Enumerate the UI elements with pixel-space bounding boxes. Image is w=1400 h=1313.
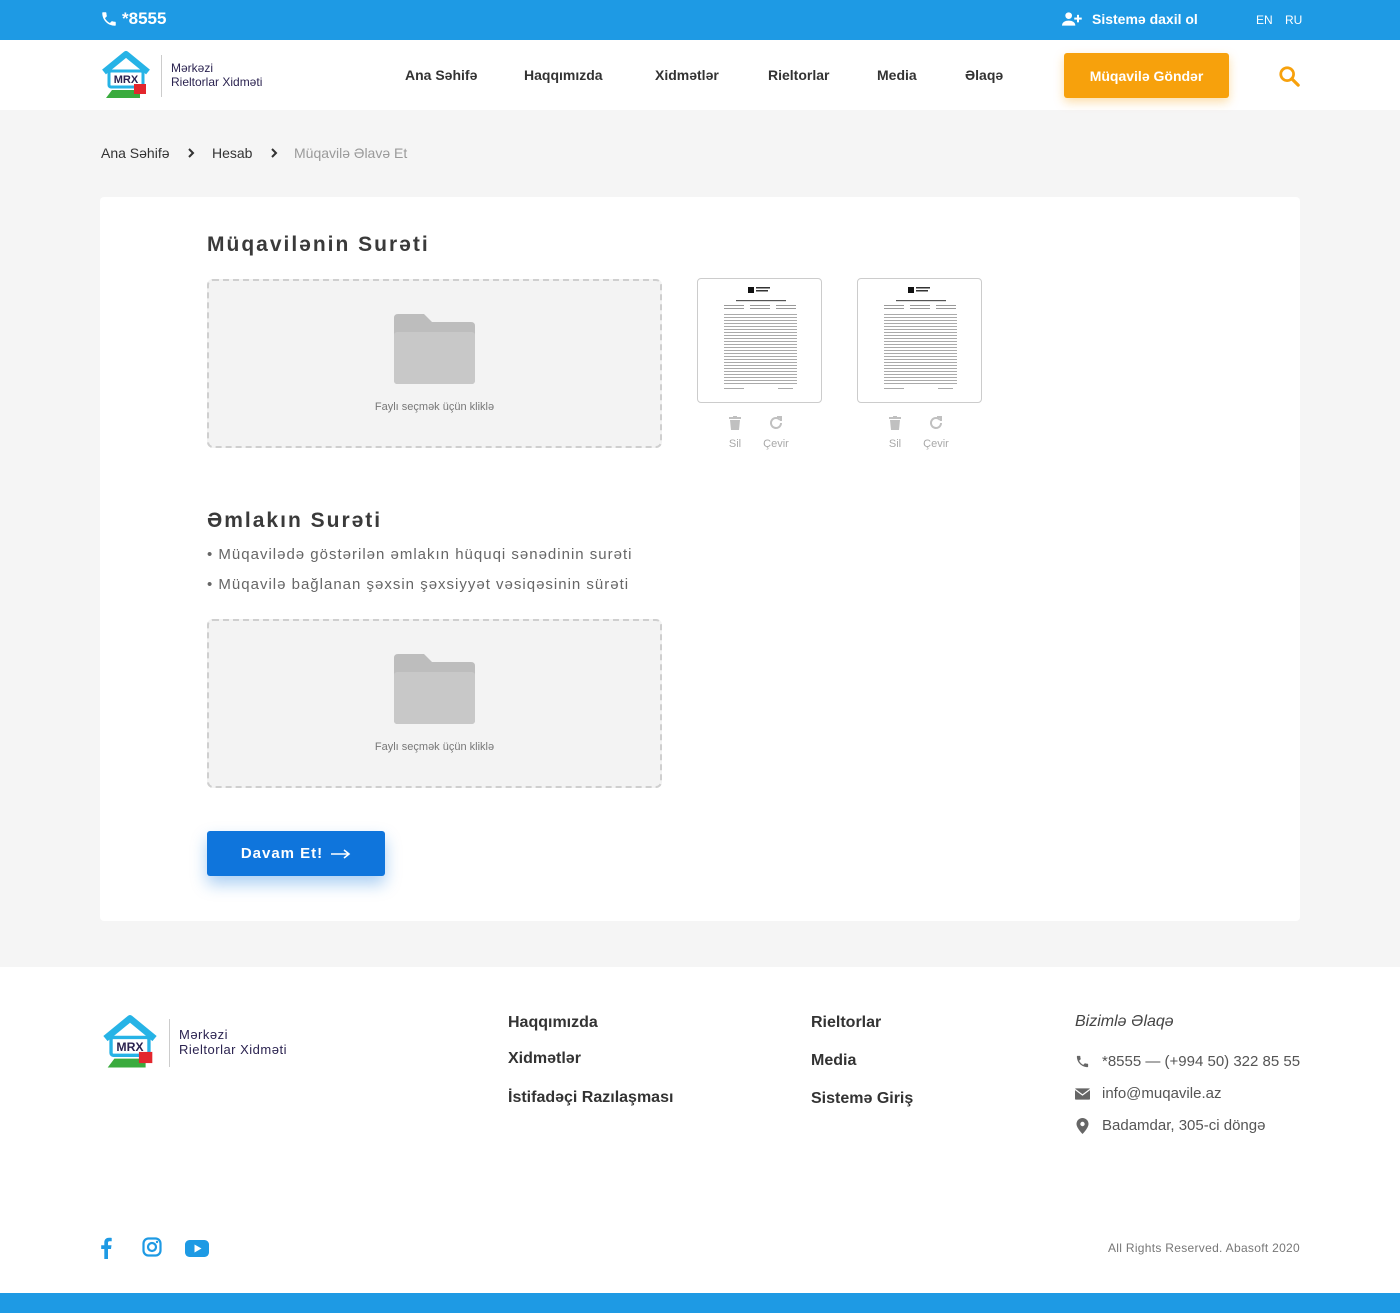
- topbar-phone-number: *8555: [122, 9, 167, 28]
- footer-brand-logo[interactable]: MRX Mərkəzi Rieltorlar Xidməti: [100, 1014, 287, 1072]
- breadcrumb-home[interactable]: Ana Səhifə: [101, 145, 170, 161]
- delete-label[interactable]: Sil: [875, 438, 915, 450]
- house-logo-icon: MRX: [102, 51, 150, 98]
- trash-icon[interactable]: [889, 416, 901, 430]
- property-copy-title: Əmlakın Surəti: [207, 509, 383, 532]
- nav-media[interactable]: Media: [877, 67, 917, 83]
- contact-address: Badamdar, 305-ci döngə: [1075, 1117, 1265, 1134]
- lang-ru[interactable]: RU: [1285, 13, 1302, 27]
- nav-home[interactable]: Ana Səhifə: [405, 67, 477, 83]
- trash-icon[interactable]: [729, 416, 741, 430]
- chevron-right-icon: [271, 148, 278, 158]
- topbar-phone[interactable]: *8555: [100, 9, 166, 29]
- document-preview-image: [878, 283, 963, 399]
- envelope-icon: [1075, 1087, 1090, 1100]
- breadcrumb-account[interactable]: Hesab: [212, 145, 252, 161]
- nav-contact[interactable]: Əlaqə: [965, 67, 1003, 83]
- brand-text: Mərkəzi Rieltorlar Xidməti: [171, 61, 263, 90]
- rotate-label[interactable]: Çevir: [756, 438, 796, 450]
- footer-link-services[interactable]: Xidmətlər: [508, 1050, 581, 1068]
- brand-mark: MRX: [116, 1040, 144, 1054]
- rotate-icon[interactable]: [929, 416, 943, 430]
- contract-copy-title: Müqavilənin Surəti: [207, 233, 430, 256]
- logo-divider: [169, 1019, 170, 1067]
- instagram-icon[interactable]: [142, 1237, 162, 1257]
- brand-line1: Mərkəzi: [179, 1027, 229, 1043]
- contact-email-text: info@muqavile.az: [1102, 1085, 1222, 1102]
- brand-line2: Rieltorlar Xidməti: [171, 75, 263, 89]
- contact-title: Bizimlə Əlaqə: [1075, 1013, 1174, 1030]
- contact-phone[interactable]: *8555 — (+994 50) 322 85 55: [1075, 1053, 1300, 1070]
- dropzone-hint: Faylı seçmək üçün kliklə: [374, 741, 495, 753]
- folder-icon: [394, 654, 475, 724]
- arrow-right-icon: [331, 848, 351, 859]
- bottom-bar: [0, 1293, 1400, 1313]
- contract-file-dropzone[interactable]: Faylı seçmək üçün kliklə: [207, 279, 662, 448]
- footer-link-login[interactable]: Sistemə Giriş: [811, 1090, 913, 1108]
- contact-address-text: Badamdar, 305-ci döngə: [1102, 1117, 1266, 1134]
- requirement-item: • Müqavilə bağlanan şəxsin şəxsiyyət vəs…: [207, 576, 630, 593]
- property-file-dropzone[interactable]: Faylı seçmək üçün kliklə: [207, 619, 662, 788]
- brand-logo[interactable]: MRX Mərkəzi Rieltorlar Xidməti: [100, 50, 262, 102]
- search-icon[interactable]: [1278, 65, 1300, 87]
- chevron-right-icon: [188, 148, 195, 158]
- folder-icon: [394, 314, 475, 384]
- rotate-icon[interactable]: [769, 416, 783, 430]
- brand-mark: MRX: [114, 74, 139, 86]
- document-preview-image: [718, 283, 803, 399]
- nav-realtors[interactable]: Rieltorlar: [768, 67, 829, 83]
- brand-line2: Rieltorlar Xidməti: [179, 1042, 287, 1057]
- house-logo-icon: MRX: [103, 1015, 157, 1068]
- login-label: Sistemə daxil ol: [1092, 11, 1198, 27]
- login-link[interactable]: Sistemə daxil ol: [1062, 11, 1198, 27]
- map-pin-icon: [1076, 1117, 1089, 1134]
- facebook-icon[interactable]: [100, 1237, 112, 1259]
- footer-link-media[interactable]: Media: [811, 1052, 856, 1070]
- contact-email[interactable]: info@muqavile.az: [1075, 1085, 1221, 1102]
- document-thumbnail[interactable]: [857, 278, 982, 403]
- footer-link-about[interactable]: Haqqımızda: [508, 1014, 598, 1032]
- logo-divider: [161, 55, 162, 97]
- phone-icon: [102, 12, 116, 26]
- header: MRX Mərkəzi Rieltorlar Xidməti Ana Səhif…: [0, 40, 1400, 110]
- footer-link-realtors[interactable]: Rieltorlar: [811, 1014, 881, 1032]
- breadcrumb-current: Müqavilə Əlavə Et: [294, 145, 408, 161]
- requirement-item: • Müqavilədə göstərilən əmlakın hüquqi s…: [207, 546, 633, 563]
- document-thumbnail[interactable]: [697, 278, 822, 403]
- continue-label: Davam Et!: [240, 845, 324, 862]
- user-plus-icon: [1062, 12, 1082, 26]
- send-contract-button[interactable]: Müqavilə Göndər: [1064, 53, 1229, 98]
- delete-label[interactable]: Sil: [715, 438, 755, 450]
- footer-link-agreement[interactable]: İstifadəçi Razılaşması: [508, 1089, 673, 1107]
- brand-line1: Mərkəzi: [171, 61, 214, 76]
- contact-phone-text: *8555 — (+994 50) 322 85 55: [1102, 1053, 1301, 1070]
- lang-en[interactable]: EN: [1256, 13, 1273, 27]
- copyright: All Rights Reserved. Abasoft 2020: [1107, 1241, 1300, 1255]
- youtube-icon[interactable]: [185, 1240, 209, 1257]
- nav-services[interactable]: Xidmətlər: [655, 67, 719, 83]
- nav-about[interactable]: Haqqımızda: [524, 67, 603, 83]
- continue-button[interactable]: Davam Et!: [207, 831, 385, 876]
- top-bar: *8555 Sistemə daxil ol EN RU: [0, 0, 1400, 40]
- phone-icon: [1076, 1055, 1089, 1068]
- footer-brand-text: Mərkəzi Rieltorlar Xidməti: [179, 1027, 287, 1058]
- rotate-label[interactable]: Çevir: [916, 438, 956, 450]
- dropzone-hint: Faylı seçmək üçün kliklə: [374, 401, 495, 413]
